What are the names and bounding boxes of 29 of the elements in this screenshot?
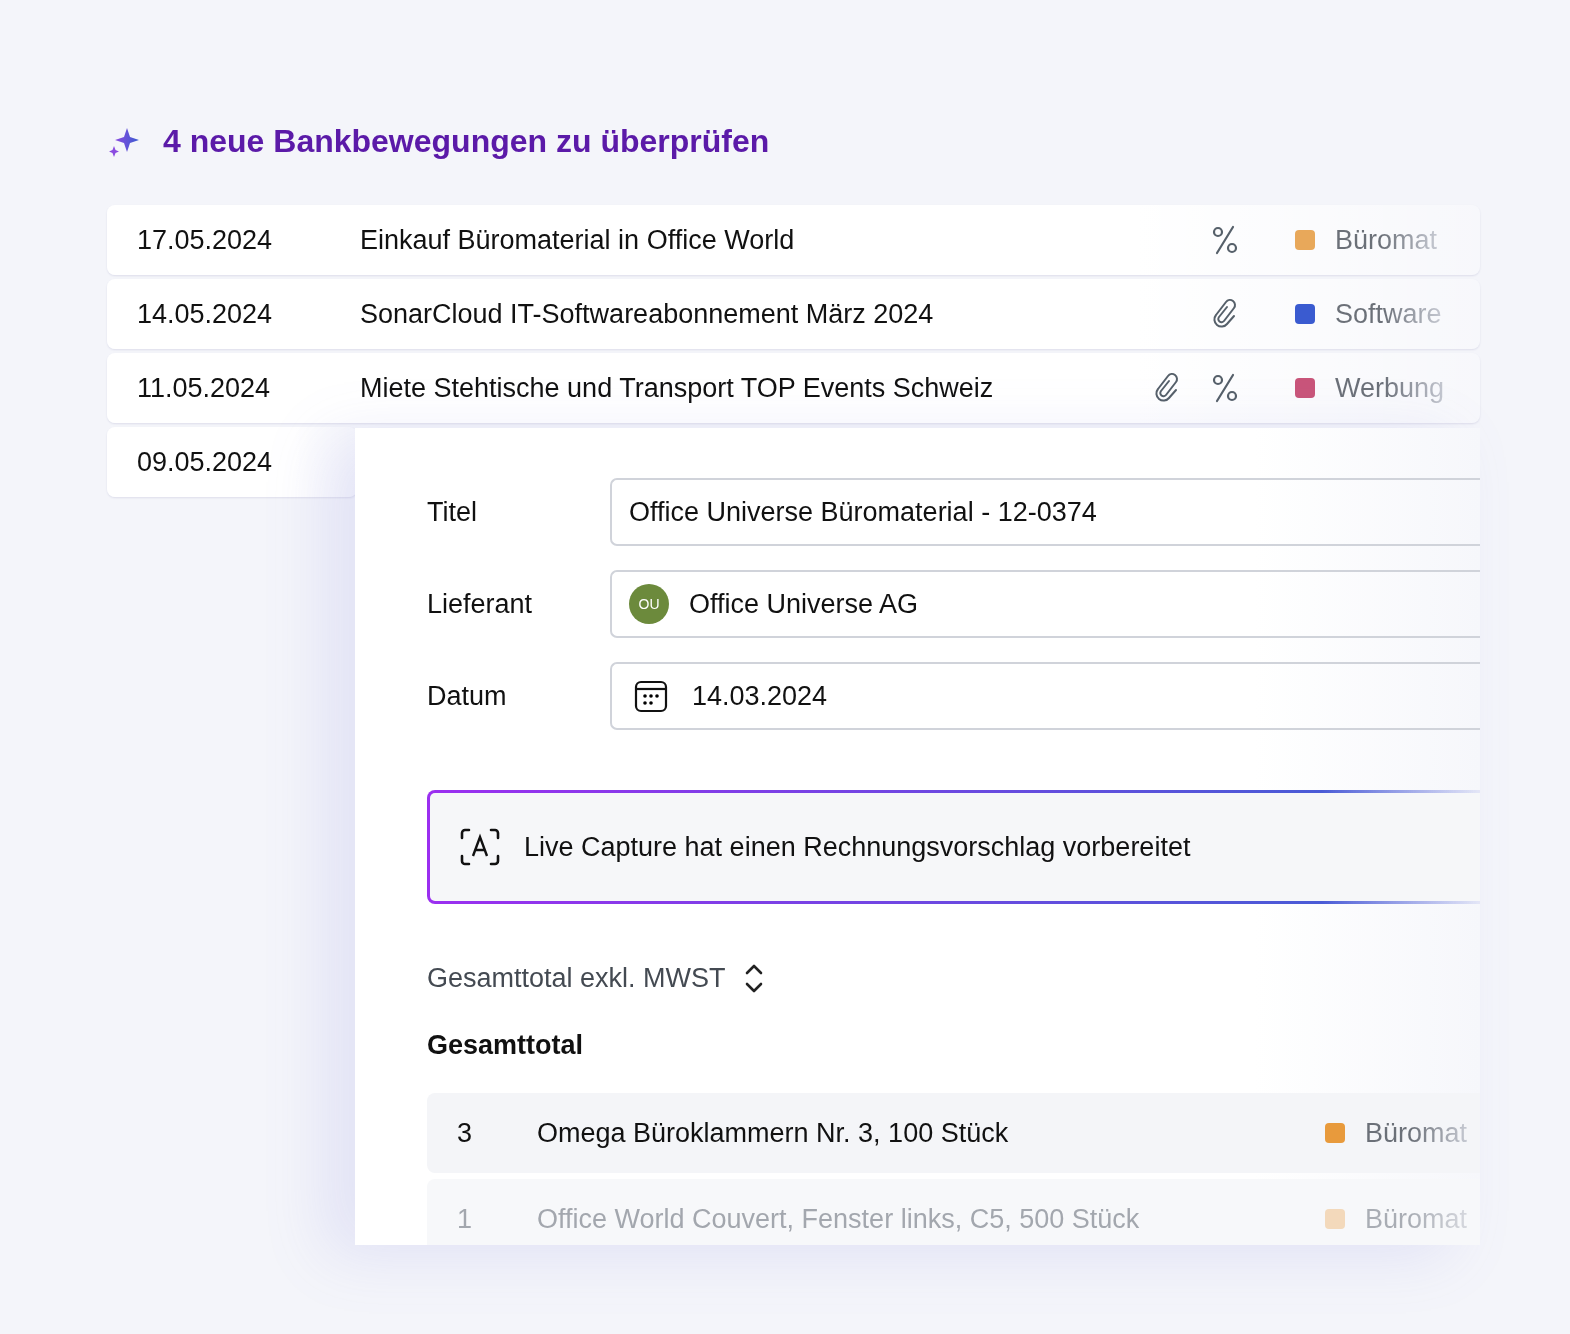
field-label: Datum bbox=[427, 679, 508, 713]
total-type-selector[interactable]: Gesamttotal exkl. MWST bbox=[427, 958, 1480, 999]
quantity-text: 3 bbox=[456, 1116, 474, 1150]
avatar-icon: OU bbox=[629, 584, 669, 624]
input-field[interactable]: OU Office Universe AG bbox=[610, 570, 1480, 638]
total-heading: Gesamttotal bbox=[427, 1028, 585, 1062]
date-text: 11.05.2024 bbox=[136, 371, 272, 405]
input-field[interactable]: Office Universe Büromaterial - 12-0374 bbox=[610, 478, 1480, 546]
description-text: SonarCloud IT-Softwareabonnement März 2024 bbox=[360, 297, 935, 331]
transaction-row[interactable]: 11.05.2024 Miete Stehtische und Transport TOP Events Schweiz Werbung bbox=[107, 353, 1480, 424]
description-text: Einkauf Büromaterial in Office World bbox=[360, 223, 796, 257]
transaction-row[interactable]: 17.05.2024 Einkauf Büromaterial in Office World Büromat bbox=[107, 205, 1480, 276]
transaction-row[interactable]: 14.05.2024 SonarCloud IT-Softwareabonnement März 2024 Software bbox=[107, 279, 1480, 350]
description-text: Miete Stehtische und Transport TOP Events Schweiz bbox=[360, 371, 995, 405]
date-text: 09.05.2024 bbox=[136, 445, 274, 479]
field-label: Lieferant bbox=[427, 587, 534, 621]
chevron-updown-icon bbox=[743, 962, 764, 994]
input-field[interactable]: 14.03.2024 bbox=[610, 662, 1480, 730]
date-text: 14.05.2024 bbox=[136, 297, 274, 331]
field-label: Titel bbox=[427, 495, 478, 529]
item-description: Office World Couvert, Fenster links, C5, 500 Stück bbox=[537, 1202, 1141, 1236]
banner-text: Live Capture hat einen Rechnungsvorschlag vorbereitet bbox=[524, 830, 1191, 864]
quantity-text: 1 bbox=[456, 1202, 474, 1236]
date-text: 17.05.2024 bbox=[136, 223, 274, 257]
calendar-icon bbox=[634, 679, 668, 713]
item-description: Omega Büroklammern Nr. 3, 100 Stück bbox=[537, 1116, 1010, 1150]
text-scan-icon bbox=[460, 828, 500, 866]
section-title: 4 neue Bankbewegungen zu überprüfen bbox=[163, 124, 770, 160]
transaction-row[interactable]: 09.05.2024 bbox=[107, 427, 357, 498]
